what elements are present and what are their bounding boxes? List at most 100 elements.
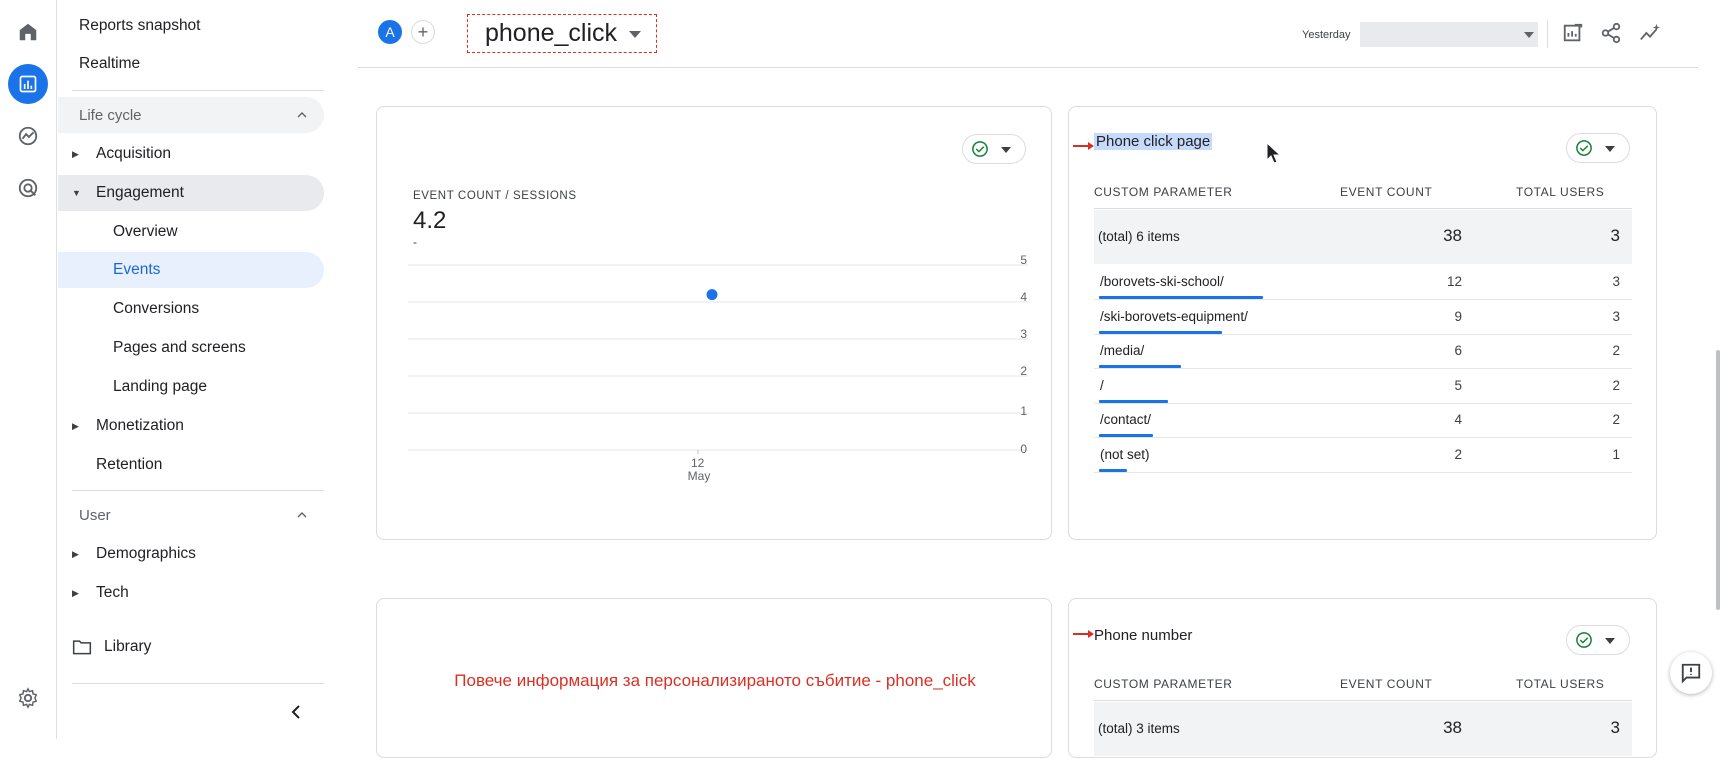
row-parameter: /contact/	[1100, 412, 1152, 427]
table-row[interactable]: / 5 2	[1094, 370, 1632, 404]
annotation-arrow-icon	[1073, 142, 1094, 150]
y-tick-label: 5	[1020, 253, 1027, 267]
sidebar-item-overview[interactable]: Overview	[58, 214, 324, 250]
check-circle-icon	[1576, 140, 1592, 156]
sidebar-section-user[interactable]: User	[58, 497, 324, 533]
customize-report-icon[interactable]	[1560, 20, 1586, 46]
date-range-picker[interactable]	[1360, 22, 1538, 47]
explore-icon[interactable]	[8, 116, 48, 156]
row-parameter: /media/	[1100, 343, 1145, 358]
advertising-icon[interactable]	[8, 168, 48, 208]
total-users: 3	[1610, 226, 1620, 245]
sidebar-item-demographics[interactable]: ▶ Demographics	[58, 536, 324, 572]
expand-arrow-icon: ▶	[72, 587, 79, 598]
phone-click-page-card: Phone click page CUSTOM PARAMETER EVENT …	[1068, 106, 1657, 540]
table-row[interactable]: /media/6 2	[1094, 335, 1632, 369]
caret-down-icon	[629, 31, 641, 38]
sidebar-item-label: Engagement	[96, 184, 184, 201]
share-icon[interactable]	[1598, 20, 1624, 46]
insights-icon[interactable]	[1637, 20, 1663, 46]
row-event-count: 6	[1454, 343, 1462, 358]
chart-card: EVENT COUNT / SESSIONS 4.2 - 0 1 2 3 4 5 12 May	[376, 106, 1052, 540]
column-header-custom-parameter[interactable]: CUSTOM PARAMETER	[1094, 185, 1233, 199]
sidebar-item-events[interactable]: Events	[58, 252, 324, 288]
row-share-bar	[1099, 434, 1153, 437]
column-header-event-count[interactable]: EVENT COUNT	[1340, 677, 1432, 691]
sidebar-item-realtime[interactable]: Realtime	[58, 46, 324, 82]
sidebar-item-conversions[interactable]: Conversions	[58, 291, 324, 327]
comparison-chip-a[interactable]: A	[378, 20, 402, 44]
event-name-value: phone_click	[485, 19, 618, 47]
sidebar-item-landing-page[interactable]: Landing page	[58, 369, 324, 405]
event-name-dropdown[interactable]: phone_click	[467, 14, 657, 53]
section-label: Life cycle	[79, 106, 142, 124]
sidebar-item-acquisition[interactable]: ▶ Acquisition	[58, 136, 324, 172]
sidebar-item-reports-snapshot[interactable]: Reports snapshot	[58, 8, 324, 44]
add-comparison-button[interactable]: +	[411, 20, 435, 44]
table-row[interactable]: (not set) 2 1	[1094, 439, 1632, 473]
sidebar-item-tech[interactable]: ▶ Tech	[58, 575, 324, 611]
total-users: 3	[1610, 718, 1620, 737]
divider	[1094, 700, 1632, 701]
row-share-bar	[1099, 330, 1222, 334]
sidebar-item-label: Tech	[96, 584, 129, 601]
row-event-count: 5	[1454, 377, 1462, 393]
report-header: A + phone_click Yesterday	[358, 0, 1698, 68]
row-parameter: (not set)	[1100, 446, 1150, 462]
chart-data-point[interactable]	[706, 289, 718, 301]
row-total-users: 2	[1612, 412, 1620, 427]
card-options-chip[interactable]	[1566, 133, 1630, 163]
column-header-custom-parameter[interactable]: CUSTOM PARAMETER	[1094, 677, 1233, 691]
sidebar-item-label: Library	[104, 638, 152, 655]
column-header-total-users[interactable]: TOTAL USERS	[1516, 677, 1604, 691]
row-total-users: 2	[1612, 343, 1620, 358]
collapse-arrow-icon: ▼	[72, 188, 81, 198]
table-row[interactable]: /contact/4 2	[1094, 404, 1632, 438]
row-parameter: /borovets-ski-school/	[1100, 274, 1224, 289]
caret-down-icon	[1605, 146, 1615, 152]
row-share-bar	[1099, 296, 1263, 299]
collapse-sidebar-icon[interactable]	[284, 700, 308, 724]
y-tick-label: 4	[1020, 290, 1027, 304]
home-icon[interactable]	[8, 12, 48, 52]
card-title: Phone number	[1094, 627, 1193, 644]
sidebar-item-pages-and-screens[interactable]: Pages and screens	[58, 330, 324, 366]
divider	[72, 683, 324, 684]
column-header-total-users[interactable]: TOTAL USERS	[1516, 185, 1604, 199]
annotation-arrow-icon	[1073, 630, 1094, 638]
caret-down-icon	[1524, 32, 1534, 38]
divider	[72, 490, 324, 491]
check-circle-icon	[1576, 632, 1592, 648]
phone-number-card: Phone number CUSTOM PARAMETER EVENT COUN…	[1068, 598, 1657, 758]
total-event-count: 38	[1443, 226, 1462, 245]
card-options-chip[interactable]	[1566, 625, 1630, 655]
divider	[1547, 20, 1548, 48]
row-parameter: /ski-borovets-equipment/	[1100, 308, 1248, 324]
x-tick-label-day: 12	[691, 456, 705, 470]
sidebar-item-library[interactable]: Library	[58, 629, 324, 665]
sidebar-item-engagement[interactable]: ▼ Engagement	[58, 175, 324, 211]
expand-arrow-icon: ▶	[72, 548, 79, 559]
row-total-users: 3	[1612, 274, 1620, 289]
table-row[interactable]: /ski-borovets-equipment/9 3	[1094, 301, 1632, 335]
row-share-bar	[1099, 365, 1181, 368]
row-event-count: 4	[1454, 412, 1462, 427]
reports-icon[interactable]	[8, 64, 48, 104]
left-rail	[0, 0, 57, 739]
sidebar-section-life-cycle[interactable]: Life cycle	[58, 97, 324, 133]
y-tick-label: 0	[1020, 442, 1027, 456]
sidebar-item-monetization[interactable]: ▶ Monetization	[58, 408, 324, 444]
sidebar-item-retention[interactable]: Retention	[58, 447, 324, 483]
table-row[interactable]: /borovets-ski-school/12 3	[1094, 266, 1632, 300]
column-header-event-count[interactable]: EVENT COUNT	[1340, 185, 1432, 199]
annotation-card: Повече информация за персонализираното с…	[376, 598, 1052, 758]
sidebar-item-label: Demographics	[96, 545, 196, 562]
total-label: (total) 6 items	[1098, 229, 1180, 244]
feedback-button[interactable]	[1670, 652, 1712, 694]
row-total-users: 2	[1612, 377, 1620, 393]
settings-icon[interactable]	[8, 678, 48, 718]
scrollbar-thumb[interactable]	[1716, 350, 1720, 610]
sidebar-item-label: Acquisition	[96, 145, 171, 162]
sidebar-item-label: Monetization	[96, 417, 184, 434]
section-label: User	[79, 506, 111, 524]
